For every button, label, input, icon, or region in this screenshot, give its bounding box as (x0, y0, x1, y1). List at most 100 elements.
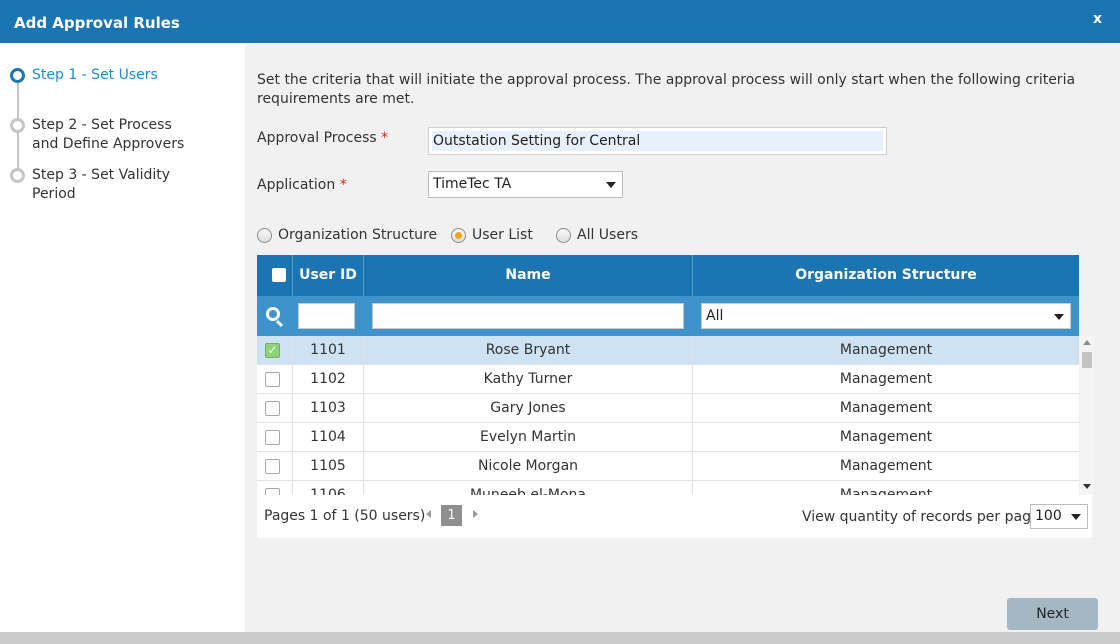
pager-current-page[interactable]: 1 (441, 505, 462, 526)
table-row[interactable]: 1104 Evelyn Martin Management (257, 423, 1079, 452)
table-row[interactable]: 1106 Muneeb el-Mona Management (257, 481, 1079, 495)
select-all-checkbox[interactable] (272, 268, 286, 282)
header-checkbox-cell (257, 255, 293, 296)
dialog-bottom-border (0, 632, 1120, 644)
approval-process-input[interactable]: Outstation Setting for Central (428, 127, 887, 155)
cell-name: Muneeb el-Mona (364, 481, 693, 495)
radio-user-list[interactable]: User List (451, 227, 533, 243)
row-checkbox-cell (257, 481, 293, 495)
grid-body: ✓ 1101 Rose Bryant Management 1102 Kathy Turn… (257, 336, 1079, 495)
radio-circle-icon (451, 228, 466, 243)
row-checkbox-cell (257, 394, 293, 422)
steps-sidebar: Step 1 - Set Users Step 2 - Set Process … (0, 43, 245, 644)
cell-organization: Management (839, 371, 933, 387)
chevron-down-icon (606, 182, 616, 188)
filter-user-id-input[interactable] (298, 303, 355, 329)
radio-circle-icon (257, 228, 272, 243)
scroll-up-icon[interactable] (1083, 340, 1091, 345)
chevron-down-icon (1054, 314, 1064, 320)
cell-user-id: 1104 (293, 423, 364, 451)
cell-organization: Management (839, 458, 933, 474)
cell-organization: Management (839, 487, 933, 495)
user-grid: User ID Name Organization Structure All … (257, 255, 1094, 538)
row-checkbox-cell (257, 423, 293, 451)
cell-name: Kathy Turner (364, 365, 693, 393)
cell-organization: Management (839, 342, 933, 358)
step-3-label: Step 3 - Set Validity Period (32, 167, 171, 202)
cell-name: Rose Bryant (364, 336, 693, 364)
content-panel: Set the criteria that will initiate the … (245, 43, 1120, 632)
cell-name: Evelyn Martin (364, 423, 693, 451)
table-row[interactable]: ✓ 1101 Rose Bryant Management (257, 336, 1079, 365)
step-1-label: Step 1 - Set Users (32, 67, 158, 83)
approval-process-label: Approval Process * (257, 130, 388, 146)
header-user-id[interactable]: User ID (293, 255, 364, 296)
application-label-text: Application (257, 177, 336, 193)
scroll-down-icon[interactable] (1083, 484, 1091, 489)
pager-info: Pages 1 of 1 (50 users) (264, 508, 426, 524)
header-name[interactable]: Name (364, 255, 693, 296)
cell-organization: Management (839, 400, 933, 416)
cell-user-id: 1101 (293, 336, 364, 364)
grid-header: User ID Name Organization Structure (257, 255, 1079, 296)
table-row[interactable]: 1102 Kathy Turner Management (257, 365, 1079, 394)
cell-name: Gary Jones (364, 394, 693, 422)
records-per-page-label: View quantity of records per page (802, 509, 1040, 525)
scroll-thumb[interactable] (1082, 352, 1092, 368)
radio-label: All Users (577, 227, 639, 243)
step-active-dot-icon (10, 68, 25, 83)
chevron-down-icon (1071, 514, 1081, 520)
step-1[interactable]: Step 1 - Set Users (10, 66, 162, 85)
row-checkbox-cell: ✓ (257, 336, 293, 364)
row-checkbox[interactable] (265, 430, 280, 445)
required-mark: * (381, 130, 389, 146)
row-checkbox[interactable] (265, 372, 280, 387)
cell-user-id: 1102 (293, 365, 364, 393)
cell-organization: Management (839, 429, 933, 445)
row-checkbox-cell (257, 365, 293, 393)
filter-organization-select[interactable]: All (701, 303, 1071, 329)
cell-name: Nicole Morgan (364, 452, 693, 480)
chevron-right-icon[interactable] (473, 510, 478, 518)
header-organization-structure[interactable]: Organization Structure (693, 255, 1079, 296)
table-row[interactable]: 1105 Nicole Morgan Management (257, 452, 1079, 481)
cell-user-id: 1106 (293, 481, 364, 495)
next-button[interactable]: Next (1007, 598, 1098, 630)
step-3[interactable]: Step 3 - Set Validity Period (10, 166, 172, 204)
radio-organization-structure[interactable]: Organization Structure (257, 227, 437, 243)
radio-label: Organization Structure (278, 227, 438, 243)
row-checkbox[interactable] (265, 488, 280, 495)
application-label: Application * (257, 177, 347, 193)
step-dot-icon (10, 168, 25, 183)
radio-circle-icon (556, 228, 571, 243)
dialog-title: Add Approval Rules (14, 14, 180, 32)
intro-text: Set the criteria that will initiate the … (257, 72, 1076, 107)
close-icon[interactable]: x (1093, 11, 1102, 27)
row-checkbox[interactable] (265, 459, 280, 474)
approval-process-label-text: Approval Process (257, 130, 377, 146)
cell-user-id: 1103 (293, 394, 364, 422)
row-checkbox[interactable] (265, 401, 280, 416)
cell-user-id: 1105 (293, 452, 364, 480)
filter-organization-value: All (706, 308, 724, 324)
filter-name-input[interactable] (372, 303, 684, 329)
grid-scrollbar[interactable] (1080, 336, 1094, 495)
radio-label: User List (472, 227, 533, 243)
application-select[interactable]: TimeTec TA (428, 171, 623, 198)
row-checkbox-cell (257, 452, 293, 480)
approval-process-value: Outstation Setting for Central (432, 131, 883, 151)
chevron-left-icon[interactable] (426, 510, 431, 518)
step-2-label: Step 2 - Set Process and Define Approver… (32, 117, 185, 152)
records-per-page-select[interactable]: 100 (1030, 504, 1088, 529)
table-row[interactable]: 1103 Gary Jones Management (257, 394, 1079, 423)
row-checkbox[interactable]: ✓ (265, 343, 280, 358)
required-mark: * (339, 177, 347, 193)
radio-all-users[interactable]: All Users (556, 227, 638, 243)
grid-filter-row: All (257, 296, 1079, 336)
step-dot-icon (10, 118, 25, 133)
application-value: TimeTec TA (433, 176, 512, 192)
dialog-titlebar: Add Approval Rules x (0, 0, 1120, 43)
search-icon (266, 307, 280, 321)
step-2[interactable]: Step 2 - Set Process and Define Approver… (10, 116, 192, 154)
records-per-page-value: 100 (1035, 508, 1062, 524)
